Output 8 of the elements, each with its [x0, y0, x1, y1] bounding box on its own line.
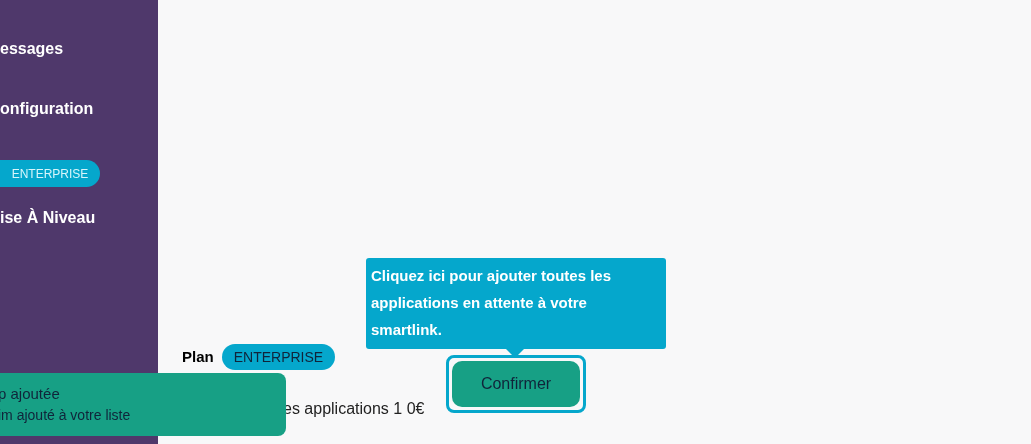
sidebar-item[interactable]: onfiguration: [0, 98, 158, 120]
confirm-button[interactable]: Confirmer: [452, 361, 580, 407]
plan-badge: ENTERPRISE: [0, 160, 100, 187]
sidebar-item[interactable]: essages: [0, 38, 158, 60]
plan-label: Plan: [182, 346, 214, 367]
plan-badge: ENTERPRISE: [221, 344, 336, 370]
sidebar-item[interactable]: ise À Niveau: [0, 207, 158, 229]
tooltip-text: Cliquez ici pour ajouter toutes les applications en attente à votre smartlink.: [371, 266, 613, 340]
